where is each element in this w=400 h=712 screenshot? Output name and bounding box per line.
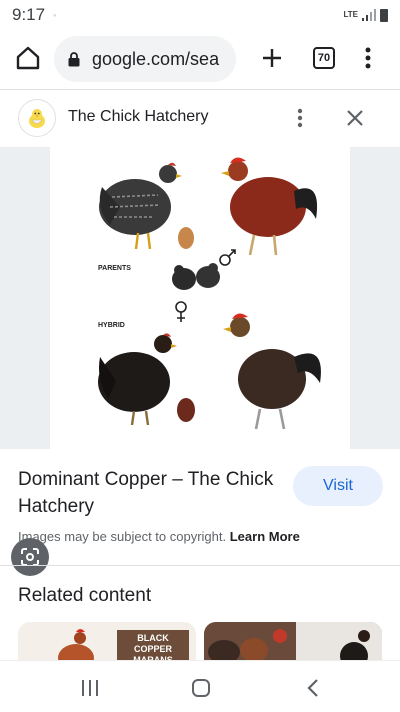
preview-image[interactable]: PARENTS HYBRID [50, 147, 350, 449]
egg-bottom [177, 398, 195, 422]
related-image-1: BLACK COPPER MARANS [58, 629, 189, 662]
related-thumb-caption-2: COPPER [134, 644, 173, 654]
chicks [172, 263, 220, 290]
status-bar: 9:17 ◦ LTE [0, 0, 400, 30]
system-navigation-bar [0, 660, 400, 712]
browser-toolbar: google.com/sea 70 [0, 30, 400, 88]
new-tab-icon[interactable] [258, 44, 286, 72]
signal-icon [362, 9, 376, 21]
network-type-label: LTE [343, 10, 358, 19]
site-name[interactable]: The Chick Hatchery [68, 108, 209, 126]
lock-icon [68, 51, 80, 66]
lens-icon [21, 548, 39, 566]
recent-apps-icon[interactable] [78, 677, 102, 699]
home-nav-icon[interactable] [189, 677, 213, 699]
home-icon[interactable] [14, 44, 42, 72]
egg-top [178, 227, 194, 249]
section-divider [0, 565, 400, 566]
panel-menu-icon[interactable] [292, 106, 308, 130]
overflow-menu-icon[interactable] [360, 44, 376, 72]
address-bar[interactable]: google.com/sea [54, 36, 236, 82]
url-text: google.com/sea [92, 48, 220, 69]
battery-icon [380, 8, 388, 22]
close-icon[interactable] [344, 107, 366, 129]
learn-more-link[interactable]: Learn More [230, 529, 300, 544]
parents-label: PARENTS [98, 265, 131, 272]
site-favicon [18, 99, 56, 137]
tab-count: 70 [317, 52, 331, 64]
chicken-illustration: PARENTS HYBRID [98, 157, 321, 430]
image-preview-area: PARENTS HYBRID [0, 147, 400, 576]
chick-logo-icon [29, 109, 45, 128]
image-panel-header: The Chick Hatchery [0, 90, 400, 146]
male-symbol-icon [219, 249, 236, 266]
related-thumbnail-2[interactable] [204, 622, 382, 662]
copyright-text: Images may be subject to copyright. [18, 529, 227, 544]
related-thumb-caption: BLACK [137, 633, 169, 643]
status-icons: LTE [343, 8, 388, 22]
hybrid-hen [98, 333, 177, 426]
notification-icon: ◦ [53, 10, 57, 20]
hybrid-rooster [223, 313, 321, 430]
barred-hen [99, 162, 182, 250]
back-icon[interactable] [302, 677, 326, 699]
related-image-2 [204, 622, 382, 662]
hybrid-label: HYBRID [98, 322, 125, 329]
status-time: 9:17 [12, 5, 46, 24]
tab-switcher-button[interactable]: 70 [313, 47, 335, 69]
female-symbol-icon [175, 301, 187, 322]
copyright-notice: Images may be subject to copyright. Lear… [18, 529, 300, 544]
result-title[interactable]: Dominant Copper – The Chick Hatchery [18, 466, 278, 520]
related-content-heading: Related content [18, 585, 152, 606]
visit-button[interactable]: Visit [293, 466, 383, 506]
related-thumbnail-1[interactable]: BLACK COPPER MARANS [18, 622, 196, 662]
copper-rooster [221, 157, 318, 256]
